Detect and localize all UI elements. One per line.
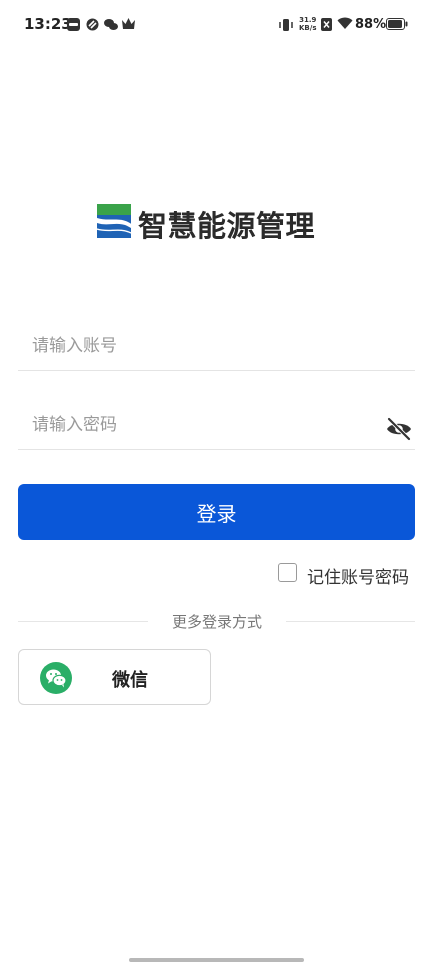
network-speed-value: 31.9 [299, 16, 317, 24]
remember-credentials[interactable]: 记住账号密码 [278, 562, 418, 588]
account-field [18, 326, 415, 371]
remember-label: 记住账号密码 [307, 568, 409, 588]
password-input[interactable] [32, 405, 382, 445]
sim-off-icon [321, 18, 332, 31]
remember-checkbox[interactable] [278, 563, 297, 582]
wifi-icon [337, 17, 353, 29]
wechat-notify-icon [104, 19, 118, 30]
vibrate-icon [279, 19, 293, 31]
notification-app-icon [67, 18, 80, 31]
account-input[interactable] [32, 326, 382, 366]
wechat-label: 微信 [112, 670, 148, 691]
divider-line-right [286, 621, 415, 622]
crown-app-icon [122, 18, 135, 29]
status-bar: 13:23 31.9 KB/s 88% [0, 0, 432, 50]
status-time: 13:23 [24, 15, 72, 33]
battery-percent: 88% [355, 17, 387, 32]
brand-mark-icon [97, 204, 131, 238]
wechat-icon [40, 662, 72, 694]
eye-off-icon[interactable] [385, 417, 413, 441]
brand-name: 智慧能源管理 [138, 209, 316, 243]
more-login-methods-label: 更多登录方式 [171, 613, 262, 631]
home-indicator[interactable] [129, 958, 304, 962]
password-field [18, 405, 415, 450]
login-button[interactable]: 登录 [18, 484, 415, 540]
network-speed: 31.9 KB/s [299, 16, 316, 32]
sync-app-icon [86, 18, 99, 31]
wechat-login-button[interactable]: 微信 [18, 649, 211, 705]
battery-icon [386, 18, 408, 30]
divider-line-left [18, 621, 148, 622]
network-speed-unit: KB/s [299, 24, 317, 32]
